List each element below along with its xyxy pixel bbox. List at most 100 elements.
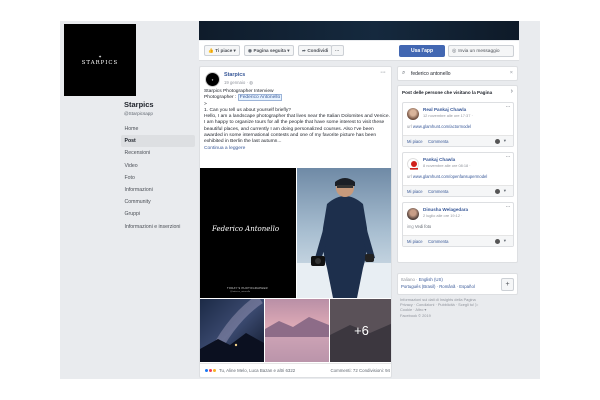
brand-logo-icon xyxy=(410,161,418,170)
page-title[interactable]: Starpics xyxy=(124,100,154,109)
more-actions-button[interactable]: ··· xyxy=(331,45,344,56)
like-link[interactable]: Mi piace xyxy=(407,139,423,144)
post-photo-title-card[interactable]: Federico Antonello TODAY'S PHOTOGRAPHER … xyxy=(200,168,296,298)
photo-subcaption: @federico_antonello xyxy=(230,291,251,293)
visitor-post-link[interactable]: url www.glamhunt.com/openfansupermodel xyxy=(407,174,487,179)
chevron-right-icon[interactable]: › xyxy=(511,88,513,95)
page-handle[interactable]: @Starpicsapp xyxy=(124,111,153,116)
comment-link[interactable]: Commenta xyxy=(428,189,448,194)
more-photos-count: +6 xyxy=(330,299,391,362)
comment-link[interactable]: Commenta xyxy=(428,139,448,144)
visitor-post-date[interactable]: 8 novembre alle ore 08:18 · xyxy=(423,163,471,168)
tagged-person[interactable]: Federico Antonello xyxy=(237,94,283,102)
photographer-portrait-image xyxy=(297,168,391,298)
visitor-post-date[interactable]: 12 novembre alle ore 17:37 · xyxy=(423,113,473,118)
like-page-button[interactable]: 👍 Ti piace ▾ xyxy=(204,45,240,56)
post-card: ✦ Starpics 19 gennaio · ◍ ··· Starpics P… xyxy=(199,66,392,378)
post-photo-portrait[interactable] xyxy=(297,168,391,298)
card-options-button[interactable]: ··· xyxy=(506,204,511,210)
comment-link[interactable]: Commenta xyxy=(428,239,448,244)
like-link[interactable]: Mi piace xyxy=(407,189,423,194)
wow-reaction-icon xyxy=(212,368,217,373)
rss-icon: ◉ xyxy=(248,48,253,53)
star-icon: ✦ xyxy=(98,53,102,59)
language-links[interactable]: Português (Brasil) · Română · Español xyxy=(401,284,475,289)
reactions-summary[interactable]: Tu, Aline Melo, Luca Bazan e altri 6322 xyxy=(204,368,295,373)
visitor-name[interactable]: Real Pankaj Chawla xyxy=(423,107,466,112)
card-action-bar: Mi piace Commenta ▾ xyxy=(403,185,513,196)
chevron-down-icon[interactable]: ▾ xyxy=(504,188,506,194)
post-options-button[interactable]: ··· xyxy=(380,69,386,76)
actor-avatar[interactable] xyxy=(495,238,500,244)
globe-icon: ◍ xyxy=(249,80,253,85)
send-message-button[interactable]: ◎ Invia un messaggio xyxy=(448,45,514,57)
visitor-post-link[interactable]: img Vedi foto xyxy=(407,224,431,229)
nav-item-groups[interactable]: Gruppi xyxy=(121,208,195,220)
visitor-post-card: Dinusha Welagedara 2 luglio alle ore 19:… xyxy=(402,202,514,247)
language-line-1: Italiano · English (US) xyxy=(401,277,443,282)
post-photo-thumbnails: +6 xyxy=(200,299,391,362)
post-text: Starpics Photographer Interview Photogra… xyxy=(204,89,391,152)
thumbnail-milky-way[interactable] xyxy=(200,299,264,362)
nav-item-community[interactable]: Community xyxy=(121,196,195,208)
chevron-down-icon[interactable]: ▾ xyxy=(504,238,506,244)
page-footer: Informazioni sui dati di Insights della … xyxy=(400,297,518,318)
actor-avatar[interactable] xyxy=(495,188,500,194)
post-date[interactable]: 19 gennaio · ◍ xyxy=(224,80,253,86)
thumbs-up-icon: 👍 xyxy=(208,48,214,53)
visitor-post-link[interactable]: url www.glamhunt.com/actormodel xyxy=(407,124,471,129)
actor-avatar[interactable] xyxy=(495,138,500,144)
avatar[interactable] xyxy=(407,108,419,120)
milky-way-image xyxy=(200,299,264,362)
nav-item-video[interactable]: Video xyxy=(121,160,195,172)
visitor-posts-panel: Post delle persone che visitano la Pagin… xyxy=(397,85,518,263)
avatar[interactable] xyxy=(407,158,419,170)
visitor-posts-heading[interactable]: Post delle persone che visitano la Pagin… xyxy=(402,90,492,95)
add-language-button[interactable]: + xyxy=(501,278,514,291)
footer-copyright: Facebook © 2019 xyxy=(400,312,431,318)
follow-page-button[interactable]: ◉ Pagina seguita ▾ xyxy=(244,45,294,56)
post-body: 1. Can you tell us about yourself briefl… xyxy=(204,107,390,145)
use-app-button[interactable]: Usa l'app xyxy=(399,45,445,57)
card-options-button[interactable]: ··· xyxy=(506,104,511,110)
thumbnail-more-photos[interactable]: +6 xyxy=(330,299,391,362)
visitor-post-card: Real Pankaj Chawla 12 novembre alle ore … xyxy=(402,102,514,147)
avatar[interactable] xyxy=(407,208,419,220)
search-icon: ⌕ xyxy=(402,70,406,76)
page-nav: Home Post Recensioni Video Foto Informaz… xyxy=(121,123,195,233)
thumbnail-pink-sunset[interactable] xyxy=(265,299,329,362)
comments-shares-count[interactable]: Commenti: 72 Condivisioni: 94 xyxy=(330,368,390,373)
pink-sunset-image xyxy=(265,299,329,362)
language-link-english[interactable]: English (US) xyxy=(419,277,443,282)
post-author[interactable]: Starpics xyxy=(224,72,245,78)
card-action-bar: Mi piace Commenta ▾ xyxy=(403,135,513,146)
visitor-post-date[interactable]: 2 luglio alle ore 19:12 · xyxy=(423,213,462,218)
share-button[interactable]: ➦ Condividi xyxy=(298,45,333,56)
chevron-down-icon[interactable]: ▾ xyxy=(504,138,506,144)
cover-photo[interactable] xyxy=(199,21,519,40)
card-options-button[interactable]: ··· xyxy=(506,154,511,160)
photo-caption: TODAY'S PHOTOGRAPHER xyxy=(227,287,268,290)
author-avatar[interactable]: ✦ xyxy=(205,72,220,87)
nav-item-reviews[interactable]: Recensioni xyxy=(121,147,195,159)
share-icon: ➦ xyxy=(302,48,306,53)
read-more-link[interactable]: Continua a leggere xyxy=(204,146,391,152)
nav-item-ads-info[interactable]: Informazioni e inserzioni xyxy=(121,221,195,233)
nav-item-home[interactable]: Home xyxy=(121,123,195,135)
card-action-bar: Mi piace Commenta ▾ xyxy=(403,235,513,246)
search-input[interactable]: federico antonello xyxy=(411,71,450,77)
visitor-name[interactable]: Pankaj Chawla xyxy=(423,157,455,162)
photo-signature: Federico Antonello xyxy=(212,225,280,233)
nav-item-post[interactable]: Post xyxy=(121,135,195,148)
nav-item-photos[interactable]: Foto xyxy=(121,172,195,184)
visitor-name[interactable]: Dinusha Welagedara xyxy=(423,207,468,212)
page-profile-picture[interactable]: ✦ STARPICS xyxy=(64,24,136,96)
clear-search-icon[interactable]: × xyxy=(510,70,513,76)
visitor-post-card: Pankaj Chawla 8 novembre alle ore 08:18 … xyxy=(402,152,514,197)
page-search-box[interactable]: ⌕ federico antonello × xyxy=(397,66,518,81)
language-selector: Italiano · English (US) Português (Brasi… xyxy=(397,273,518,295)
nav-item-info[interactable]: Informazioni xyxy=(121,184,195,196)
post-photo-grid: Federico Antonello TODAY'S PHOTOGRAPHER … xyxy=(200,168,391,298)
like-link[interactable]: Mi piace xyxy=(407,239,423,244)
post-reactions-bar: Tu, Aline Melo, Luca Bazan e altri 6322 … xyxy=(200,363,391,377)
